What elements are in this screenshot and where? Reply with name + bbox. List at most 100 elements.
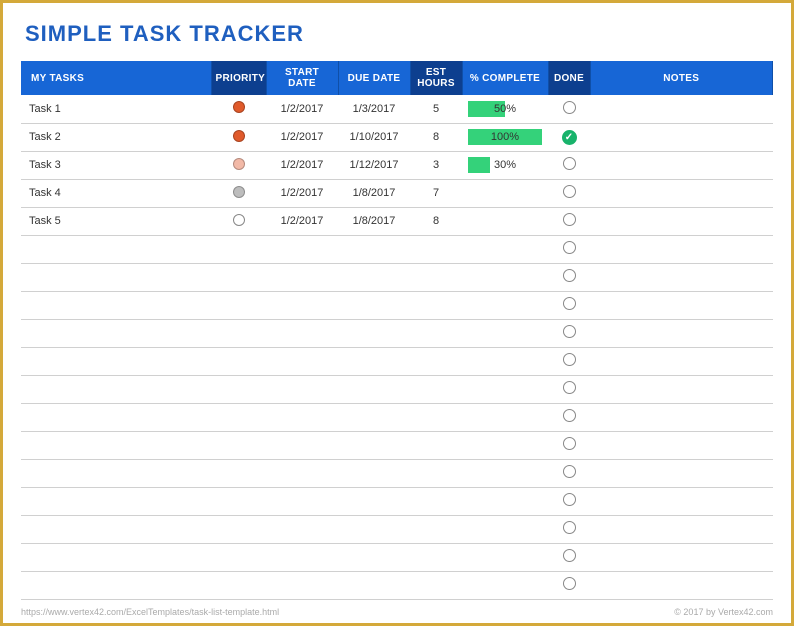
cell-est-hours[interactable] bbox=[410, 459, 462, 487]
cell-est-hours[interactable] bbox=[410, 263, 462, 291]
cell-task[interactable] bbox=[21, 263, 211, 291]
cell-done[interactable] bbox=[548, 571, 590, 599]
cell-start-date[interactable] bbox=[266, 375, 338, 403]
cell-task[interactable]: Task 3 bbox=[21, 151, 211, 179]
cell-notes[interactable] bbox=[590, 487, 773, 515]
cell-priority[interactable] bbox=[211, 319, 266, 347]
cell-start-date[interactable]: 1/2/2017 bbox=[266, 207, 338, 235]
cell-task[interactable] bbox=[21, 291, 211, 319]
cell-priority[interactable] bbox=[211, 207, 266, 235]
cell-pct-complete[interactable] bbox=[462, 207, 548, 235]
cell-due-date[interactable] bbox=[338, 515, 410, 543]
cell-start-date[interactable] bbox=[266, 263, 338, 291]
cell-notes[interactable] bbox=[590, 431, 773, 459]
cell-priority[interactable] bbox=[211, 403, 266, 431]
cell-est-hours[interactable] bbox=[410, 403, 462, 431]
cell-priority[interactable] bbox=[211, 123, 266, 151]
cell-done[interactable] bbox=[548, 347, 590, 375]
cell-pct-complete[interactable] bbox=[462, 291, 548, 319]
cell-done[interactable] bbox=[548, 403, 590, 431]
cell-done[interactable] bbox=[548, 179, 590, 207]
cell-notes[interactable] bbox=[590, 151, 773, 179]
cell-pct-complete[interactable] bbox=[462, 235, 548, 263]
cell-start-date[interactable] bbox=[266, 515, 338, 543]
cell-priority[interactable] bbox=[211, 571, 266, 599]
cell-due-date[interactable] bbox=[338, 347, 410, 375]
cell-est-hours[interactable] bbox=[410, 235, 462, 263]
cell-done[interactable] bbox=[548, 235, 590, 263]
cell-task[interactable] bbox=[21, 319, 211, 347]
cell-priority[interactable] bbox=[211, 179, 266, 207]
cell-due-date[interactable] bbox=[338, 543, 410, 571]
cell-notes[interactable] bbox=[590, 291, 773, 319]
cell-priority[interactable] bbox=[211, 487, 266, 515]
cell-notes[interactable] bbox=[590, 459, 773, 487]
cell-est-hours[interactable] bbox=[410, 571, 462, 599]
cell-start-date[interactable] bbox=[266, 291, 338, 319]
cell-task[interactable] bbox=[21, 487, 211, 515]
cell-task[interactable] bbox=[21, 515, 211, 543]
cell-notes[interactable] bbox=[590, 403, 773, 431]
cell-task[interactable] bbox=[21, 375, 211, 403]
cell-due-date[interactable]: 1/3/2017 bbox=[338, 95, 410, 123]
cell-est-hours[interactable]: 7 bbox=[410, 179, 462, 207]
cell-done[interactable] bbox=[548, 319, 590, 347]
cell-pct-complete[interactable] bbox=[462, 347, 548, 375]
cell-pct-complete[interactable] bbox=[462, 571, 548, 599]
cell-pct-complete[interactable] bbox=[462, 319, 548, 347]
cell-due-date[interactable] bbox=[338, 319, 410, 347]
cell-est-hours[interactable] bbox=[410, 291, 462, 319]
cell-pct-complete[interactable] bbox=[462, 487, 548, 515]
cell-due-date[interactable]: 1/12/2017 bbox=[338, 151, 410, 179]
cell-done[interactable] bbox=[548, 207, 590, 235]
cell-task[interactable] bbox=[21, 347, 211, 375]
cell-done[interactable] bbox=[548, 291, 590, 319]
cell-due-date[interactable]: 1/10/2017 bbox=[338, 123, 410, 151]
cell-priority[interactable] bbox=[211, 543, 266, 571]
cell-done[interactable] bbox=[548, 95, 590, 123]
cell-done[interactable] bbox=[548, 375, 590, 403]
cell-pct-complete[interactable] bbox=[462, 515, 548, 543]
cell-task[interactable] bbox=[21, 543, 211, 571]
cell-start-date[interactable] bbox=[266, 487, 338, 515]
cell-due-date[interactable]: 1/8/2017 bbox=[338, 207, 410, 235]
cell-task[interactable]: Task 4 bbox=[21, 179, 211, 207]
cell-pct-complete[interactable]: 30% bbox=[462, 151, 548, 179]
cell-priority[interactable] bbox=[211, 235, 266, 263]
cell-start-date[interactable] bbox=[266, 403, 338, 431]
cell-notes[interactable] bbox=[590, 515, 773, 543]
cell-task[interactable] bbox=[21, 459, 211, 487]
cell-pct-complete[interactable] bbox=[462, 403, 548, 431]
cell-est-hours[interactable]: 8 bbox=[410, 207, 462, 235]
cell-task[interactable]: Task 2 bbox=[21, 123, 211, 151]
cell-due-date[interactable]: 1/8/2017 bbox=[338, 179, 410, 207]
cell-est-hours[interactable] bbox=[410, 319, 462, 347]
cell-done[interactable] bbox=[548, 487, 590, 515]
cell-done[interactable] bbox=[548, 543, 590, 571]
cell-priority[interactable] bbox=[211, 459, 266, 487]
cell-notes[interactable] bbox=[590, 235, 773, 263]
cell-due-date[interactable] bbox=[338, 571, 410, 599]
cell-pct-complete[interactable] bbox=[462, 459, 548, 487]
cell-due-date[interactable] bbox=[338, 459, 410, 487]
cell-priority[interactable] bbox=[211, 95, 266, 123]
cell-start-date[interactable] bbox=[266, 347, 338, 375]
cell-start-date[interactable] bbox=[266, 571, 338, 599]
cell-est-hours[interactable] bbox=[410, 431, 462, 459]
cell-notes[interactable] bbox=[590, 319, 773, 347]
cell-start-date[interactable] bbox=[266, 543, 338, 571]
cell-pct-complete[interactable] bbox=[462, 375, 548, 403]
cell-priority[interactable] bbox=[211, 347, 266, 375]
cell-done[interactable]: ✓ bbox=[548, 123, 590, 151]
cell-task[interactable] bbox=[21, 235, 211, 263]
cell-due-date[interactable] bbox=[338, 235, 410, 263]
cell-pct-complete[interactable]: 100% bbox=[462, 123, 548, 151]
cell-notes[interactable] bbox=[590, 263, 773, 291]
cell-done[interactable] bbox=[548, 431, 590, 459]
cell-est-hours[interactable]: 5 bbox=[410, 95, 462, 123]
cell-notes[interactable] bbox=[590, 347, 773, 375]
cell-start-date[interactable] bbox=[266, 235, 338, 263]
cell-task[interactable]: Task 1 bbox=[21, 95, 211, 123]
cell-done[interactable] bbox=[548, 263, 590, 291]
cell-start-date[interactable] bbox=[266, 319, 338, 347]
